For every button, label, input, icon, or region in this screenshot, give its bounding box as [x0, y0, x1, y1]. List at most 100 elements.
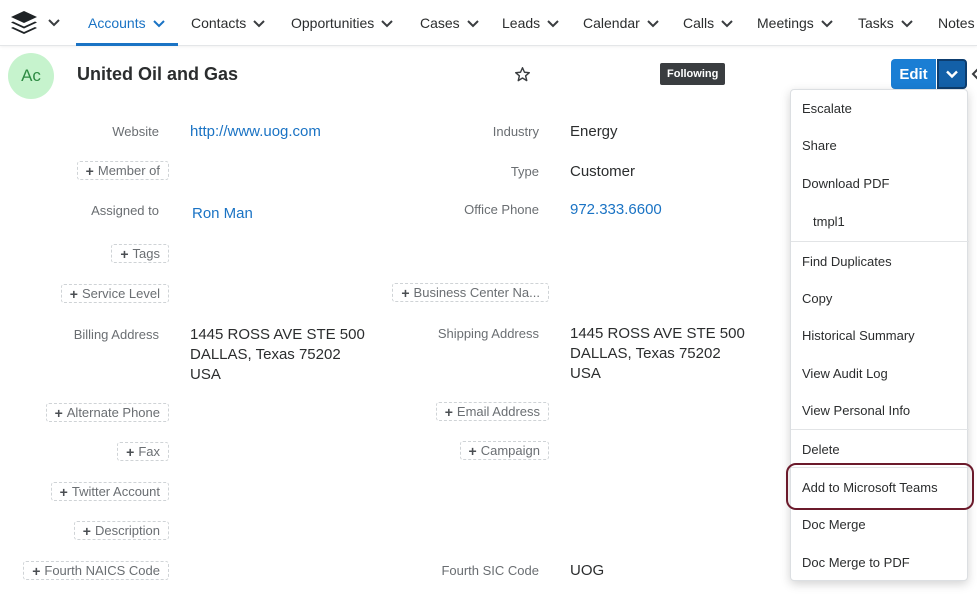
- tab-contacts[interactable]: Contacts: [191, 0, 266, 46]
- menu-item-historical-summary[interactable]: Historical Summary: [802, 328, 915, 343]
- add-business-center-button[interactable]: + Business Center Na...: [392, 283, 549, 302]
- pill-label: Email Address: [456, 404, 540, 419]
- tab-calls[interactable]: Calls: [683, 0, 734, 46]
- actions-menu-toggle[interactable]: [937, 59, 967, 89]
- pill-label: Fax: [138, 444, 160, 459]
- tab-label: Leads: [502, 15, 541, 31]
- menu-item-doc-merge[interactable]: Doc Merge: [802, 517, 866, 532]
- chevron-down-icon: [946, 70, 958, 79]
- tab-opportunities[interactable]: Opportunities: [291, 0, 394, 46]
- office-phone-label: Office Phone: [464, 202, 539, 217]
- plus-icon: +: [468, 442, 477, 459]
- type-label: Type: [510, 164, 539, 179]
- plus-icon: +: [54, 404, 63, 421]
- stack-logo-icon[interactable]: [10, 10, 38, 36]
- chevron-down-icon[interactable]: [720, 16, 734, 30]
- chevron-down-icon[interactable]: [380, 16, 394, 30]
- highlight-annotation: [786, 463, 974, 510]
- add-twitter-account-button[interactable]: + Twitter Account: [50, 482, 169, 501]
- menu-item-tmpl1[interactable]: tmpl1: [813, 214, 845, 229]
- pill-label: Alternate Phone: [66, 405, 160, 420]
- menu-item-copy[interactable]: Copy: [802, 291, 832, 306]
- tab-label: Accounts: [88, 15, 146, 31]
- tab-label: Tasks: [858, 15, 894, 31]
- tab-notes[interactable]: Notes: [938, 0, 975, 46]
- page-title: United Oil and Gas: [77, 64, 239, 84]
- chevron-down-icon[interactable]: [152, 16, 166, 30]
- website-label: Website: [112, 124, 159, 139]
- plus-icon: +: [120, 245, 129, 262]
- menu-item-share[interactable]: Share: [802, 138, 837, 153]
- menu-item-view-audit-log[interactable]: View Audit Log: [802, 366, 888, 381]
- tab-cases[interactable]: Cases: [420, 0, 480, 46]
- tab-label: Opportunities: [291, 15, 375, 31]
- fourth-sic-label: Fourth SIC Code: [441, 563, 539, 578]
- menu-item-delete[interactable]: Delete: [802, 442, 840, 457]
- edit-button[interactable]: Edit: [891, 59, 936, 89]
- chevron-left-icon[interactable]: [970, 67, 977, 81]
- pill-label: Tags: [132, 246, 160, 261]
- menu-item-escalate[interactable]: Escalate: [802, 101, 852, 116]
- menu-item-find-duplicates[interactable]: Find Duplicates: [802, 254, 892, 269]
- address-line: DALLAS, Texas 75202: [570, 345, 721, 362]
- chevron-down-icon[interactable]: [546, 16, 560, 30]
- pill-label: Member of: [97, 163, 160, 178]
- industry-label: Industry: [492, 124, 539, 139]
- address-line: USA: [190, 366, 221, 383]
- plus-icon: +: [82, 522, 91, 539]
- tab-label: Meetings: [757, 15, 814, 31]
- chevron-down-icon[interactable]: [466, 16, 480, 30]
- plus-icon: +: [59, 483, 68, 500]
- chevron-down-icon[interactable]: [900, 16, 914, 30]
- plus-icon: +: [126, 443, 135, 460]
- tab-label: Calls: [683, 15, 715, 31]
- shipping-address: 1445 ROSS AVE STE 500 DALLAS, Texas 7520…: [570, 324, 745, 384]
- add-member-of-button[interactable]: + Member of: [76, 161, 169, 180]
- chevron-down-icon[interactable]: [46, 14, 62, 30]
- assigned-to-label: Assigned to: [91, 203, 159, 218]
- type-value: Customer: [570, 163, 636, 180]
- avatar: Ac: [8, 53, 54, 99]
- chevron-down-icon[interactable]: [252, 16, 266, 30]
- tab-calendar[interactable]: Calendar: [583, 0, 660, 46]
- add-tags-button[interactable]: + Tags: [111, 244, 169, 263]
- add-campaign-button[interactable]: + Campaign: [459, 441, 549, 460]
- top-nav: Accounts Contacts Opportunities Cases Le…: [0, 0, 977, 46]
- fourth-sic-value: UOG: [570, 562, 605, 579]
- add-fax-button[interactable]: + Fax: [117, 442, 169, 461]
- plus-icon: +: [69, 285, 78, 302]
- tab-leads[interactable]: Leads: [502, 0, 560, 46]
- tab-label: Contacts: [191, 15, 247, 31]
- pill-label: Twitter Account: [71, 484, 160, 499]
- add-alternate-phone-button[interactable]: + Alternate Phone: [45, 403, 169, 422]
- add-description-button[interactable]: + Description: [73, 521, 169, 540]
- pill-label: Service Level: [81, 286, 160, 301]
- billing-address-label: Billing Address: [73, 327, 159, 342]
- chevron-down-icon[interactable]: [646, 16, 660, 30]
- address-line: 1445 ROSS AVE STE 500: [190, 326, 365, 343]
- menu-item-doc-merge-to-pdf[interactable]: Doc Merge to PDF: [802, 555, 910, 570]
- menu-item-view-personal-info[interactable]: View Personal Info: [802, 403, 910, 418]
- tab-label: Cases: [420, 15, 460, 31]
- address-line: 1445 ROSS AVE STE 500: [570, 325, 745, 342]
- plus-icon: +: [85, 162, 94, 179]
- star-icon[interactable]: [514, 66, 531, 83]
- add-service-level-button[interactable]: + Service Level: [60, 284, 169, 303]
- following-badge[interactable]: Following: [660, 63, 726, 85]
- tab-accounts[interactable]: Accounts: [76, 0, 178, 46]
- tab-label: Notes: [938, 15, 975, 31]
- menu-divider: [791, 429, 969, 430]
- address-line: USA: [570, 365, 601, 382]
- office-phone-link[interactable]: 972.333.6600: [570, 201, 662, 218]
- add-fourth-naics-code-button[interactable]: + Fourth NAICS Code: [23, 561, 169, 580]
- tab-label: Calendar: [583, 15, 640, 31]
- tab-meetings[interactable]: Meetings: [757, 0, 834, 46]
- website-link[interactable]: http://www.uog.com: [190, 123, 321, 140]
- add-email-address-button[interactable]: + Email Address: [435, 402, 549, 421]
- plus-icon: +: [444, 403, 453, 420]
- assigned-to-link[interactable]: Ron Man: [192, 205, 253, 222]
- plus-icon: +: [32, 562, 41, 579]
- chevron-down-icon[interactable]: [820, 16, 834, 30]
- tab-tasks[interactable]: Tasks: [858, 0, 914, 46]
- menu-item-download-pdf[interactable]: Download PDF: [802, 176, 889, 191]
